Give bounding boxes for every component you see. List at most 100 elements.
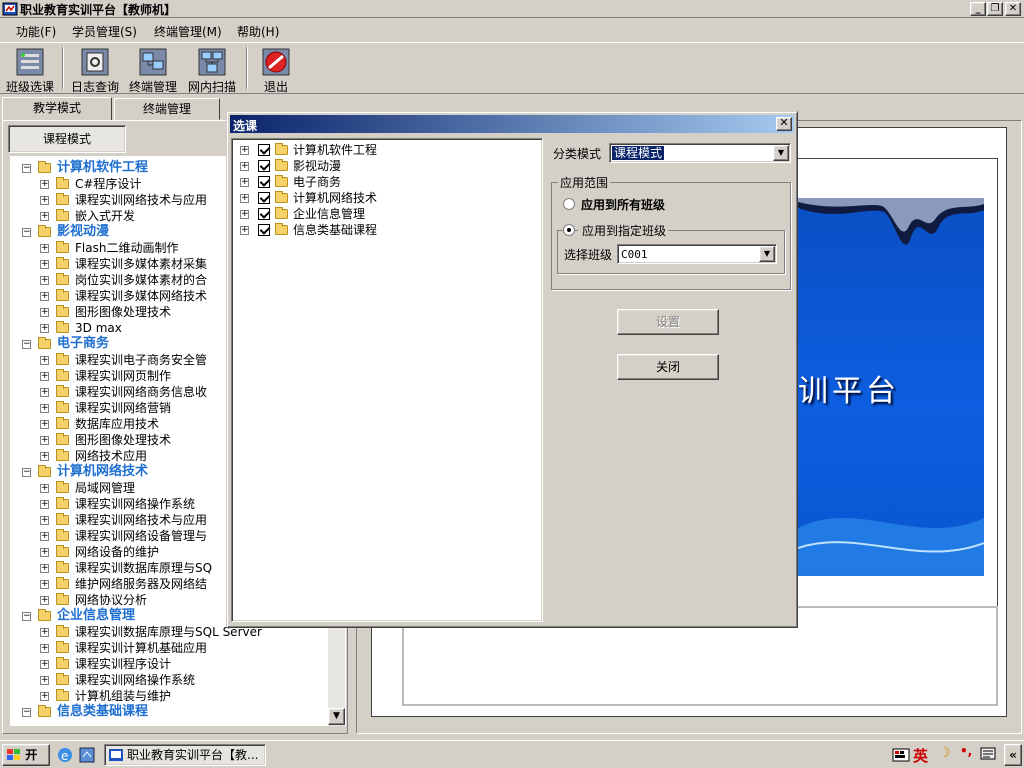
checkbox-checked[interactable]	[258, 192, 270, 204]
expand-icon[interactable]: +	[40, 308, 49, 317]
class-select[interactable]: C001 ▼	[617, 244, 777, 264]
expand-icon[interactable]: +	[40, 484, 49, 493]
scroll-down-button[interactable]: ▼	[328, 708, 345, 725]
set-button[interactable]: 设置	[617, 309, 719, 335]
tree-item[interactable]: + 课程实训网络操作系统	[10, 672, 340, 688]
expand-icon[interactable]: +	[40, 580, 49, 589]
tree-item[interactable]: + 课程实训计算机基础应用	[10, 640, 340, 656]
expand-icon[interactable]: +	[40, 388, 49, 397]
tree-item-label: 课程实训网页制作	[75, 369, 172, 383]
tab-terminal-manage[interactable]: 终端管理	[114, 98, 220, 120]
keyboard-icon[interactable]	[892, 746, 910, 764]
taskbar-app-button[interactable]: 职业教育实训平台【教...	[104, 744, 266, 766]
course-check-label: 计算机软件工程	[293, 143, 378, 157]
expand-icon[interactable]: +	[40, 500, 49, 509]
expand-icon[interactable]: +	[40, 564, 49, 573]
checkbox-checked[interactable]	[258, 160, 270, 172]
expand-icon[interactable]: +	[40, 404, 49, 413]
expand-icon[interactable]: +	[40, 356, 49, 365]
collapse-icon[interactable]: −	[22, 468, 31, 477]
chevron-down-icon[interactable]: ▼	[759, 246, 775, 262]
expand-icon[interactable]: +	[40, 660, 49, 669]
category-mode-label: 分类模式	[553, 147, 602, 161]
expand-icon[interactable]: +	[40, 292, 49, 301]
exit-button[interactable]: 退出	[254, 45, 298, 94]
collapse-icon[interactable]: −	[22, 340, 31, 349]
checkbox-checked[interactable]	[258, 208, 270, 220]
expand-icon[interactable]: +	[40, 244, 49, 253]
category-mode-select[interactable]: 课程模式 ▼	[609, 143, 791, 163]
restore-button[interactable]: ❐	[987, 2, 1003, 16]
expand-icon[interactable]: +	[40, 692, 49, 701]
collapse-icon[interactable]: −	[22, 708, 31, 717]
course-check-item[interactable]: + 计算机网络技术	[232, 190, 532, 206]
terminal-manage-button[interactable]: 终端管理	[126, 45, 180, 94]
dialog-close-icon[interactable]: ✕	[776, 117, 792, 131]
expand-icon[interactable]: +	[40, 452, 49, 461]
class-select-button[interactable]: 班级选课	[2, 45, 58, 94]
menu-terminals[interactable]: 终端管理(M)	[154, 23, 222, 40]
minimize-button[interactable]: _	[970, 2, 986, 16]
punctuation-icon[interactable]: •,	[960, 744, 972, 758]
start-button[interactable]: 开始	[2, 744, 50, 766]
course-check-item[interactable]: + 影视动漫	[232, 158, 532, 174]
collapse-icon[interactable]: −	[22, 228, 31, 237]
expand-icon[interactable]: +	[40, 644, 49, 653]
dialog-close-button[interactable]: 关闭	[617, 354, 719, 380]
moon-icon[interactable]: ☽	[938, 745, 951, 761]
menu-function[interactable]: 功能(F)	[16, 23, 56, 40]
collapse-icon[interactable]: −	[22, 612, 31, 621]
expand-icon[interactable]: +	[240, 162, 249, 171]
expand-icon[interactable]: +	[40, 628, 49, 637]
close-button[interactable]: ✕	[1005, 2, 1021, 16]
menu-help[interactable]: 帮助(H)	[237, 23, 279, 40]
network-scan-button[interactable]: 网内扫描	[184, 45, 240, 94]
course-check-item[interactable]: + 信息类基础课程	[232, 222, 532, 238]
tab-teaching-mode[interactable]: 教学模式	[2, 97, 112, 121]
tree-item[interactable]: + 计算机组装与维护	[10, 688, 340, 704]
folder-icon	[56, 449, 69, 461]
course-mode-button[interactable]: 课程模式	[8, 125, 126, 153]
expand-icon[interactable]: +	[40, 516, 49, 525]
tree-item-label: 图形图像处理技术	[75, 305, 172, 319]
expand-icon[interactable]: +	[40, 548, 49, 557]
expand-icon[interactable]: +	[40, 676, 49, 685]
expand-icon[interactable]: +	[40, 212, 49, 221]
checkbox-checked[interactable]	[258, 176, 270, 188]
checkbox-checked[interactable]	[258, 224, 270, 236]
tree-category-label: 企业信息管理	[57, 608, 136, 623]
tree-item[interactable]: + 课程实训程序设计	[10, 656, 340, 672]
expand-icon[interactable]: +	[40, 372, 49, 381]
expand-icon[interactable]: +	[40, 420, 49, 429]
expand-icon[interactable]: +	[40, 260, 49, 269]
log-query-button[interactable]: 日志查询	[68, 45, 122, 94]
collapse-icon[interactable]: −	[22, 164, 31, 173]
expand-icon[interactable]: +	[240, 178, 249, 187]
menu-students[interactable]: 学员管理(S)	[72, 23, 137, 40]
expand-icon[interactable]: +	[240, 226, 249, 235]
expand-icon[interactable]: +	[40, 532, 49, 541]
soft-keyboard-icon[interactable]	[980, 746, 996, 762]
expand-icon[interactable]: +	[40, 596, 49, 605]
course-check-item[interactable]: + 企业信息管理	[232, 206, 532, 222]
ie-icon[interactable]: e	[56, 746, 74, 764]
desktop-icon[interactable]	[78, 746, 96, 764]
radio-specific-classes[interactable]	[563, 224, 575, 236]
expand-icon[interactable]: +	[40, 276, 49, 285]
expand-icon[interactable]: +	[40, 436, 49, 445]
tree-item-label: 嵌入式开发	[75, 209, 136, 223]
course-check-item[interactable]: + 计算机软件工程	[232, 142, 532, 158]
ime-mode-indicator[interactable]: 英	[913, 745, 928, 766]
expand-icon[interactable]: +	[240, 194, 249, 203]
checkbox-checked[interactable]	[258, 144, 270, 156]
expand-icon[interactable]: +	[40, 324, 49, 333]
radio-all-classes[interactable]	[563, 198, 575, 210]
expand-icon[interactable]: +	[240, 146, 249, 155]
tray-expand-icon[interactable]: «	[1004, 744, 1022, 766]
expand-icon[interactable]: +	[40, 180, 49, 189]
expand-icon[interactable]: +	[240, 210, 249, 219]
course-check-item[interactable]: + 电子商务	[232, 174, 532, 190]
chevron-down-icon[interactable]: ▼	[773, 145, 789, 161]
expand-icon[interactable]: +	[40, 196, 49, 205]
tree-category[interactable]: − 信息类基础课程	[10, 704, 340, 720]
